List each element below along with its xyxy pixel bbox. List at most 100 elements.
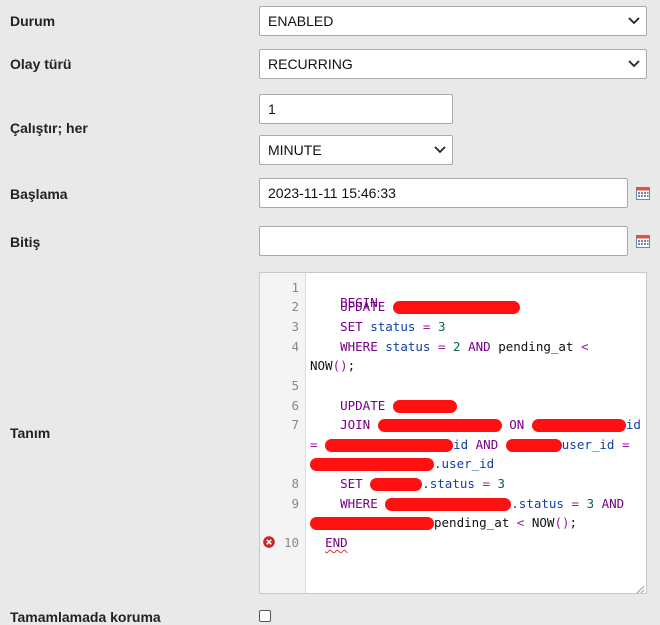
execute-every-label: Çalıştır; her: [10, 120, 88, 136]
interval-unit-value: MINUTE: [268, 142, 322, 158]
code-line-4-wrap: NOW();: [310, 358, 355, 373]
ends-label: Bitiş: [10, 234, 41, 250]
line-number-gutter: 1 2 3 4 5 6 7 8 9 10: [260, 273, 306, 593]
operator-token: <: [581, 339, 589, 354]
definition-label: Tanım: [10, 425, 51, 441]
execute-every-row: Çalıştır; her 1 MINUTE: [0, 94, 660, 165]
keyword-token: ON: [509, 417, 525, 432]
code-line-9: WHERE .status = 3 AND: [310, 496, 624, 511]
line-number: 10: [283, 535, 299, 550]
number-token: 3: [586, 496, 595, 511]
code-line-2: UPDATE: [310, 299, 520, 314]
starts-label: Başlama: [10, 186, 68, 202]
status-row: Durum ENABLED: [0, 6, 660, 36]
operator-token: =: [422, 319, 431, 334]
keyword-token: WHERE: [340, 496, 378, 511]
identifier-token: pending_at: [498, 339, 574, 354]
function-token: NOW: [531, 515, 555, 530]
keyword-token: JOIN: [340, 417, 371, 432]
redaction-mark: [392, 400, 457, 413]
line-number: 3: [291, 319, 299, 334]
code-line-9-wrap: pending_at < NOW();: [310, 515, 577, 530]
event-type-label: Olay türü: [10, 56, 72, 72]
code-line-3: SET status = 3: [310, 319, 446, 334]
code-line-7: JOIN ON id: [310, 417, 641, 432]
operator-token: =: [482, 476, 490, 491]
punctuation-token: ;: [569, 515, 578, 530]
line-number: 1: [291, 280, 299, 295]
operator-token: =: [621, 437, 630, 452]
variable-token: .status: [422, 476, 475, 491]
redaction-mark: [505, 439, 562, 452]
variable-token: user_id: [561, 437, 615, 452]
redaction-mark: [325, 439, 454, 452]
keyword-token: AND: [475, 437, 499, 452]
starts-value: 2023-11-11 15:46:33: [268, 185, 396, 201]
code-line-10: END: [310, 535, 348, 550]
interval-unit-select[interactable]: MINUTE: [259, 135, 453, 165]
definition-code-editor[interactable]: 1 2 3 4 5 6 7 8 9 10 BEGIN UPDATE SET st…: [259, 272, 647, 594]
keyword-token: END: [325, 535, 348, 550]
calendar-icon[interactable]: [636, 186, 650, 200]
chevron-down-icon: [628, 7, 640, 35]
keyword-token: SET: [340, 476, 363, 491]
operator-token: =: [571, 496, 580, 511]
variable-token: id: [453, 437, 469, 452]
function-token: NOW: [310, 358, 333, 373]
chevron-down-icon: [628, 50, 640, 78]
starts-input[interactable]: 2023-11-11 15:46:33: [259, 178, 628, 208]
code-line-7-wrap-1: = id AND user_id =: [310, 437, 630, 452]
variable-token: status: [370, 319, 416, 334]
redaction-mark: [310, 458, 434, 471]
redaction-mark: [370, 478, 423, 491]
status-select-value: ENABLED: [268, 13, 334, 29]
variable-token: id: [625, 417, 641, 432]
punctuation-token: (): [332, 358, 348, 373]
redaction-mark: [392, 301, 520, 314]
calendar-icon[interactable]: [636, 234, 650, 248]
ends-input[interactable]: [259, 226, 628, 256]
variable-token: status: [385, 339, 431, 354]
redaction-mark: [531, 419, 626, 432]
number-token: 3: [437, 319, 446, 334]
punctuation-token: ;: [347, 358, 356, 373]
operator-token: =: [437, 339, 446, 354]
line-number: 2: [291, 299, 299, 314]
event-type-row: Olay türü RECURRING: [0, 49, 660, 79]
line-number: 8: [291, 476, 299, 491]
event-type-select[interactable]: RECURRING: [259, 49, 647, 79]
punctuation-token: (): [554, 515, 570, 530]
line-number: 9: [291, 496, 299, 511]
code-line-8: SET .status = 3: [310, 476, 505, 491]
number-token: 2: [453, 339, 461, 354]
status-label: Durum: [10, 13, 56, 29]
keyword-token: AND: [468, 339, 491, 354]
code-line-7-wrap-2: .user_id: [310, 456, 494, 471]
status-select[interactable]: ENABLED: [259, 6, 647, 36]
line-number: 5: [291, 378, 299, 393]
line-number: 6: [291, 398, 299, 413]
operator-token: =: [310, 437, 318, 452]
keyword-token: UPDATE: [340, 398, 386, 413]
variable-token: .status: [511, 496, 564, 511]
resize-handle-icon[interactable]: [635, 582, 645, 594]
keyword-token: UPDATE: [340, 299, 386, 314]
keyword-token: SET: [340, 319, 363, 334]
line-number: 7: [291, 417, 299, 432]
keyword-token: WHERE: [340, 339, 378, 354]
code-line-6: UPDATE: [310, 398, 457, 413]
keyword-token: AND: [601, 496, 625, 511]
operator-token: <: [516, 515, 525, 530]
identifier-token: pending_at: [434, 515, 510, 530]
line-number: 4: [291, 339, 299, 354]
variable-token: .user_id: [434, 456, 495, 471]
chevron-down-icon: [434, 136, 446, 164]
error-icon[interactable]: [263, 536, 275, 548]
on-completion-preserve-checkbox[interactable]: [259, 610, 271, 622]
starts-row: Başlama 2023-11-11 15:46:33: [0, 178, 660, 208]
number-token: 3: [497, 476, 506, 491]
event-type-select-value: RECURRING: [268, 56, 353, 72]
interval-value-input[interactable]: 1: [259, 94, 453, 124]
ends-row: Bitiş: [0, 226, 660, 256]
redaction-mark: [310, 517, 434, 530]
